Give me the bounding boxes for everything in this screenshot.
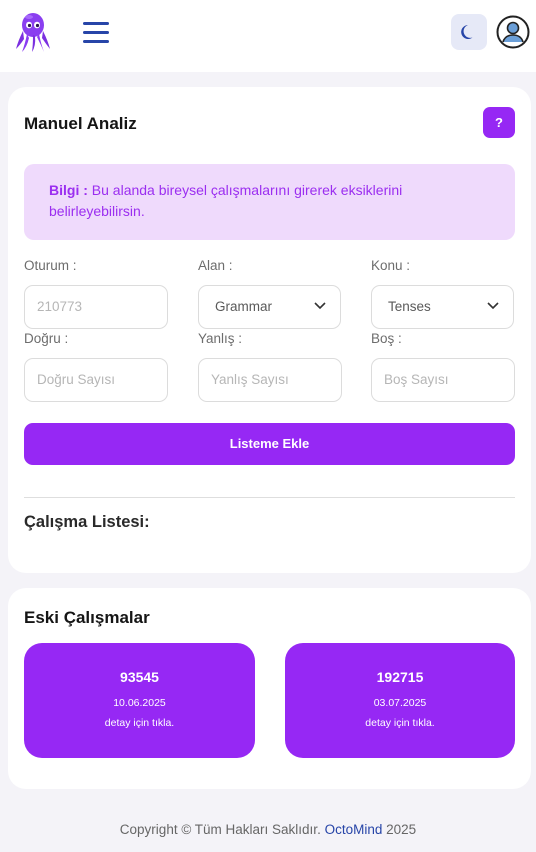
empty-label: Boş :	[371, 331, 402, 346]
empty-input[interactable]: Boş Sayısı	[371, 358, 515, 402]
correct-input[interactable]: Doğru Sayısı	[24, 358, 168, 402]
session-label: Oturum :	[24, 258, 77, 273]
user-circle-icon[interactable]	[496, 15, 530, 49]
area-select-value: Grammar	[215, 299, 272, 314]
area-label: Alan :	[198, 258, 233, 273]
wrong-label: Yanlış :	[198, 331, 243, 346]
study-hint: detay için tıkla.	[104, 717, 175, 729]
study-id: 192715	[376, 669, 424, 685]
chevron-down-icon	[314, 302, 326, 310]
topic-select-value: Tenses	[388, 299, 431, 314]
topic-label: Konu :	[371, 258, 411, 273]
study-tile[interactable]: 93545 10.06.2025 detay için tıkla.	[24, 643, 255, 758]
old-studies-card: Eski Çalışmalar 93545 10.06.2025 detay i…	[8, 588, 531, 789]
card-title: Eski Çalışmalar	[24, 608, 150, 627]
add-to-list-button[interactable]: Listeme Ekle	[24, 423, 515, 465]
footer: Copyright © Tüm Hakları Saklıdır. OctoMi…	[0, 822, 536, 837]
topic-select[interactable]: Tenses	[371, 285, 514, 329]
top-bar	[0, 0, 536, 72]
menu-button[interactable]	[80, 17, 112, 47]
study-tile[interactable]: 192715 03.07.2025 detay için tıkla.	[285, 643, 515, 758]
copyright-text: Copyright © Tüm Hakları Saklıdır.	[119, 822, 321, 837]
hamburger-icon	[83, 22, 109, 25]
study-id: 93545	[120, 669, 159, 685]
manual-analysis-card: Manuel Analiz ? Bilgi : Bu alanda bireys…	[8, 87, 531, 573]
info-text: Bu alanda bireysel çalışmalarını girerek…	[49, 182, 403, 219]
theme-toggle-button[interactable]	[451, 14, 487, 50]
study-list-title: Çalışma Listesi:	[24, 513, 150, 531]
octopus-icon[interactable]	[14, 11, 52, 53]
study-date: 03.07.2025	[373, 697, 427, 709]
correct-label: Doğru :	[24, 331, 69, 346]
brand-link[interactable]: OctoMind	[325, 822, 383, 837]
info-label: Bilgi :	[49, 182, 88, 198]
wrong-input[interactable]: Yanlış Sayısı	[198, 358, 342, 402]
study-date: 10.06.2025	[113, 697, 166, 709]
divider	[24, 497, 515, 498]
footer-year: 2025	[386, 822, 417, 837]
card-title: Manuel Analiz	[24, 114, 137, 133]
info-box: Bilgi : Bu alanda bireysel çalışmalarını…	[24, 164, 515, 240]
session-input[interactable]: 210773	[24, 285, 168, 329]
moon-icon	[461, 25, 473, 39]
study-hint: detay için tıkla.	[365, 717, 435, 729]
help-button[interactable]: ?	[483, 107, 515, 138]
area-select[interactable]: Grammar	[198, 285, 341, 329]
chevron-down-icon	[487, 302, 499, 310]
